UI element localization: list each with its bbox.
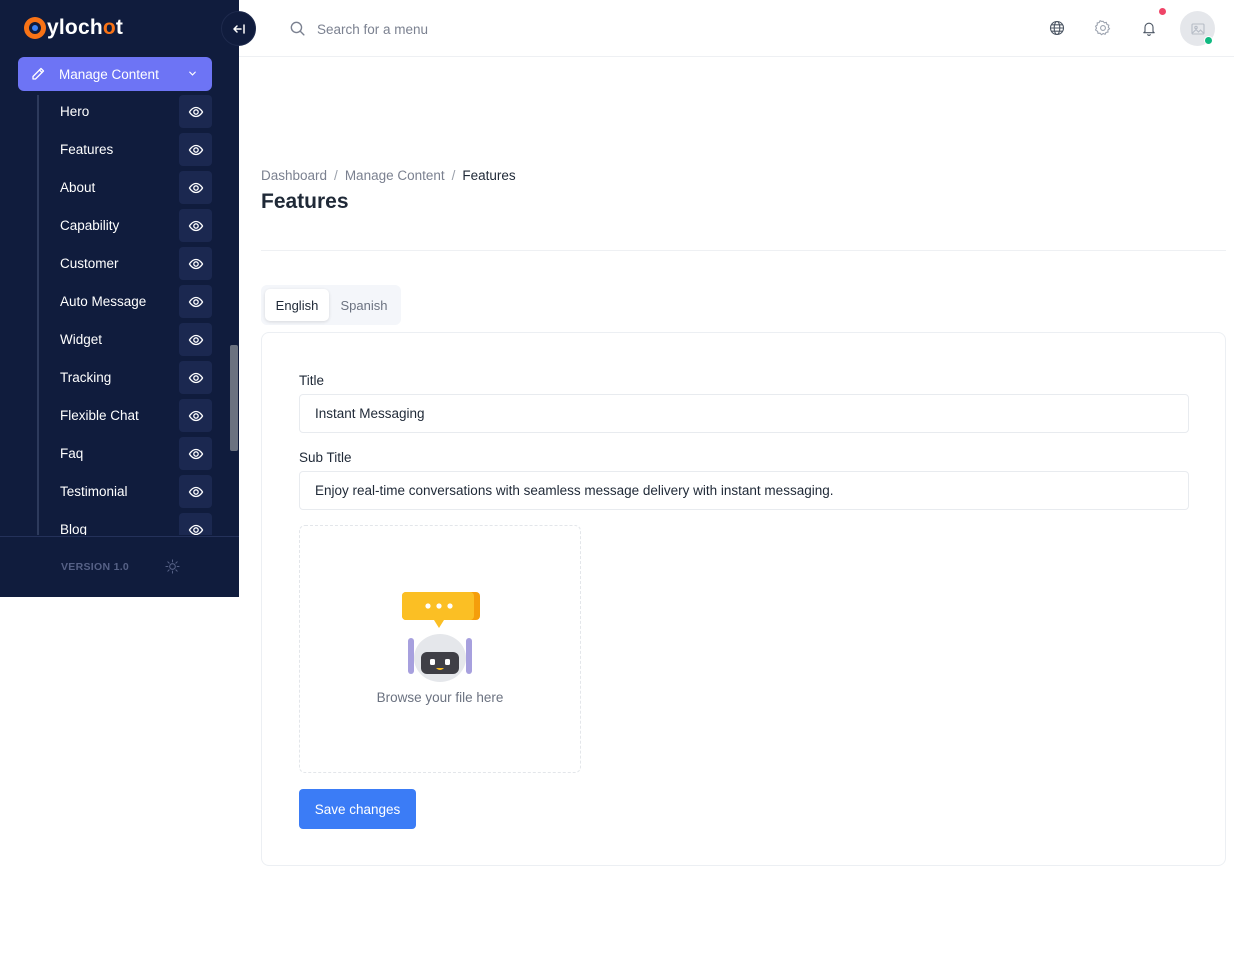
brand-name: ylochot <box>47 16 124 39</box>
chevron-down-icon <box>189 71 196 76</box>
title-label: Title <box>299 373 325 388</box>
eye-icon[interactable] <box>179 133 212 166</box>
sidebar-item-about[interactable]: About <box>0 171 239 205</box>
top-header <box>239 0 1234 57</box>
breadcrumb-separator: / <box>334 168 338 183</box>
image-placeholder-icon <box>1190 22 1205 35</box>
eye-icon[interactable] <box>179 437 212 470</box>
version-label: VERSION 1.0 <box>61 561 130 573</box>
breadcrumb-separator: / <box>451 168 456 183</box>
breadcrumb-manage-content[interactable]: Manage Content <box>345 168 445 183</box>
notification-badge <box>1159 8 1166 15</box>
search-icon <box>290 21 305 36</box>
sidebar-item-label: Features <box>60 142 114 157</box>
sidebar-item-label: Faq <box>60 446 84 461</box>
sidebar-item-auto-message[interactable]: Auto Message <box>0 285 239 319</box>
file-upload-dropzone[interactable]: Browse your file here <box>299 525 581 773</box>
sidebar-item-label: Testimonial <box>60 484 128 499</box>
breadcrumb-dashboard[interactable]: Dashboard <box>261 168 327 183</box>
sidebar-item-label: Auto Message <box>60 294 147 309</box>
language-tabs: English Spanish <box>261 285 401 325</box>
sidebar-item-label: About <box>60 180 96 195</box>
subtitle-label: Sub Title <box>299 450 352 465</box>
eye-icon[interactable] <box>179 475 212 508</box>
subtitle-input[interactable] <box>299 471 1189 510</box>
sidebar-item-widget[interactable]: Widget <box>0 323 239 357</box>
sidebar-nav: Hero Features About Capability Customer … <box>0 95 239 535</box>
sidebar-item-label: Capability <box>60 218 120 233</box>
sidebar-scrollbar[interactable] <box>230 345 238 451</box>
sidebar-item-flexible-chat[interactable]: Flexible Chat <box>0 399 239 433</box>
sidebar-item-testimonial[interactable]: Testimonial <box>0 475 239 509</box>
upload-hint: Browse your file here <box>376 690 504 705</box>
brand-logo[interactable]: ylochot <box>24 14 123 42</box>
eye-icon[interactable] <box>179 247 212 280</box>
page-title: Features <box>261 190 349 213</box>
sidebar-item-customer[interactable]: Customer <box>0 247 239 281</box>
eye-icon[interactable] <box>179 209 212 242</box>
gear-icon[interactable] <box>1094 19 1112 37</box>
sidebar: ylochot Manage Content Hero Features Abo… <box>0 0 239 597</box>
sidebar-item-faq[interactable]: Faq <box>0 437 239 471</box>
breadcrumb-current: Features <box>462 168 516 183</box>
online-status-dot <box>1204 36 1213 45</box>
header-divider <box>261 250 1226 251</box>
eye-icon[interactable] <box>179 323 212 356</box>
sidebar-item-capability[interactable]: Capability <box>0 209 239 243</box>
sidebar-item-label: Widget <box>60 332 103 347</box>
sidebar-item-blog[interactable]: Blog <box>0 513 239 535</box>
tab-english[interactable]: English <box>265 289 329 321</box>
tab-spanish[interactable]: Spanish <box>331 289 397 321</box>
chatbot-illustration <box>402 592 480 682</box>
sidebar-footer: VERSION 1.0 <box>0 536 239 597</box>
sidebar-item-features[interactable]: Features <box>0 133 239 167</box>
sidebar-item-hero[interactable]: Hero <box>0 95 239 129</box>
sidebar-item-label: Hero <box>60 104 90 119</box>
logo-z-icon <box>24 17 46 39</box>
sidebar-item-tracking[interactable]: Tracking <box>0 361 239 395</box>
eye-icon[interactable] <box>179 171 212 204</box>
sidebar-item-label: Customer <box>60 256 119 271</box>
title-input[interactable] <box>299 394 1189 433</box>
manage-content-label: Manage Content <box>59 66 159 82</box>
sidebar-item-label: Tracking <box>60 370 112 385</box>
sun-icon[interactable] <box>165 559 180 574</box>
bell-icon[interactable] <box>1140 19 1158 37</box>
breadcrumb: Dashboard / Manage Content / Features <box>261 168 516 183</box>
eye-icon[interactable] <box>179 285 212 318</box>
sidebar-item-label: Blog <box>60 522 88 535</box>
globe-icon[interactable] <box>1048 19 1066 37</box>
eye-icon[interactable] <box>179 361 212 394</box>
eye-icon[interactable] <box>179 95 212 128</box>
eye-icon[interactable] <box>179 513 212 535</box>
pencil-icon <box>32 67 45 80</box>
search-input[interactable] <box>317 17 617 41</box>
sidebar-item-label: Flexible Chat <box>60 408 139 423</box>
features-form-card: Title Sub Title Browse your file here Sa… <box>261 332 1226 866</box>
manage-content-menu[interactable]: Manage Content <box>18 57 212 91</box>
eye-icon[interactable] <box>179 399 212 432</box>
save-button[interactable]: Save changes <box>299 789 416 829</box>
